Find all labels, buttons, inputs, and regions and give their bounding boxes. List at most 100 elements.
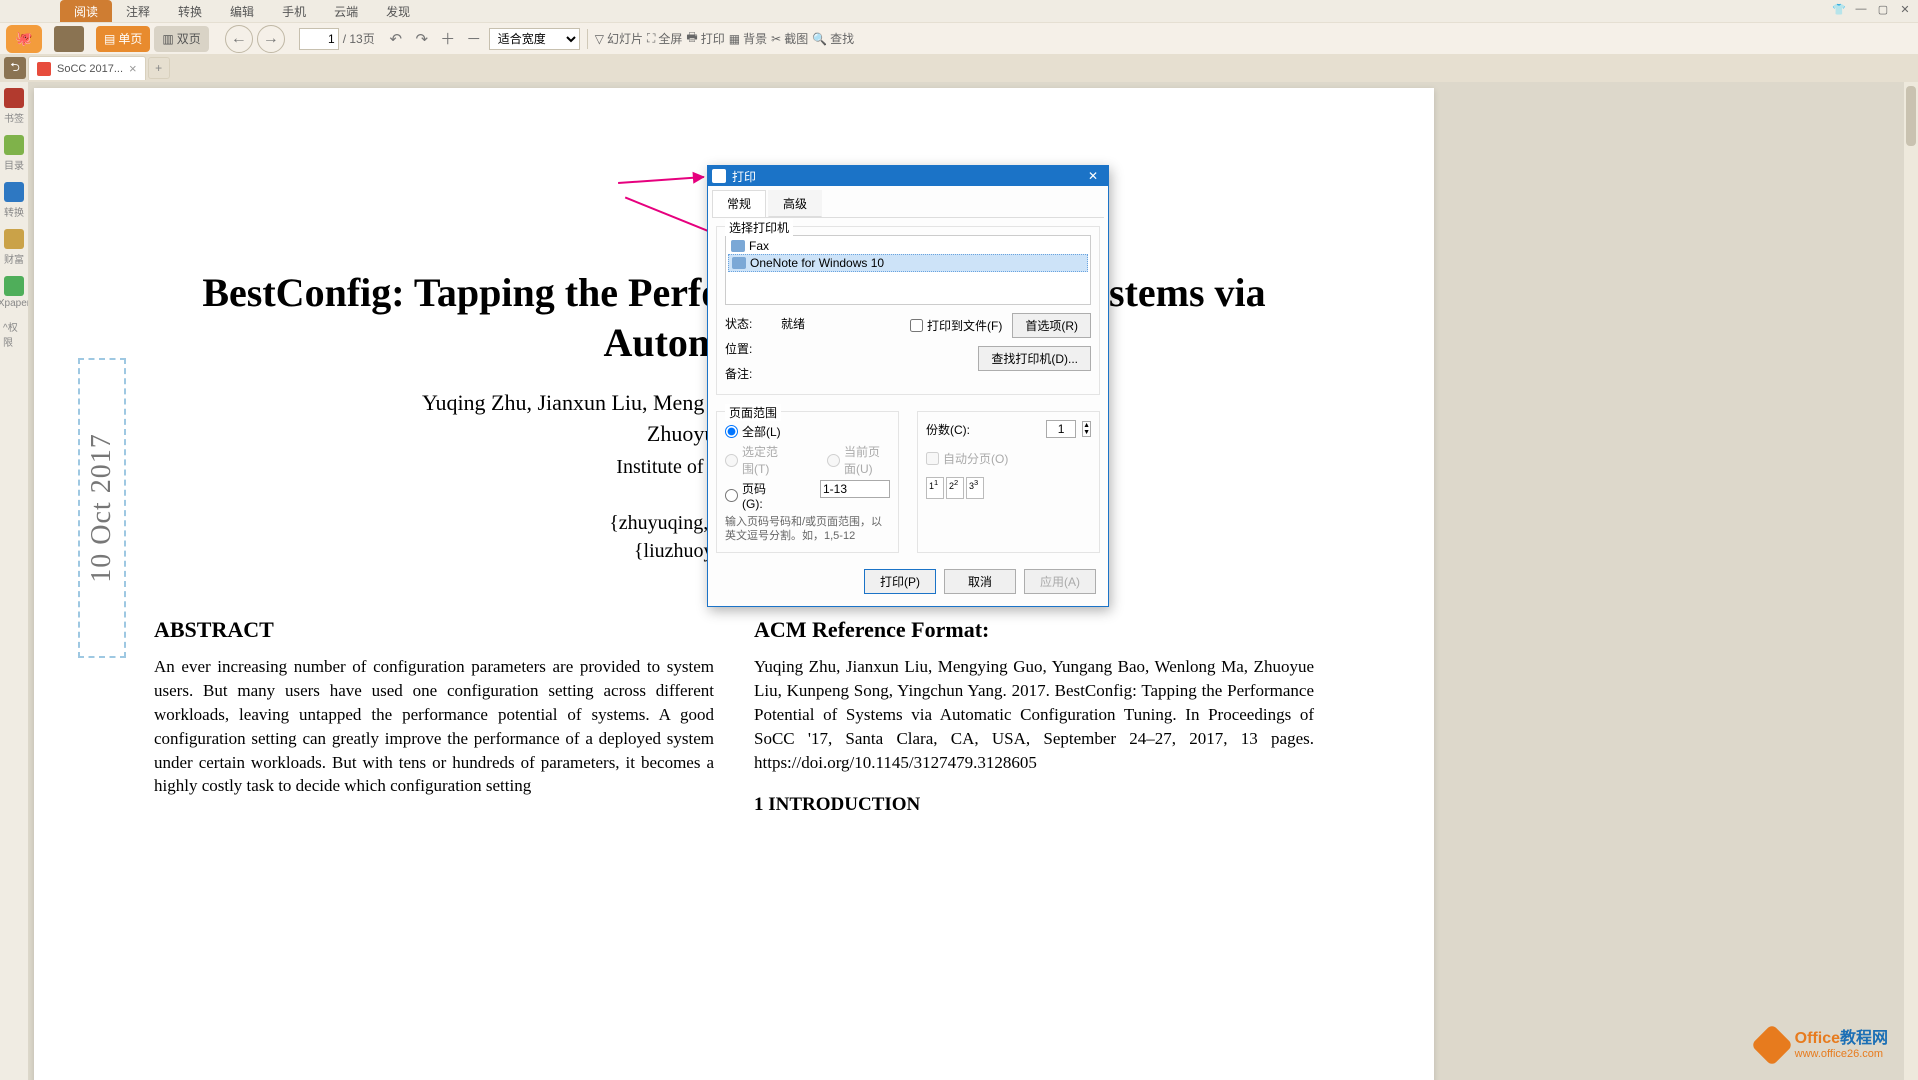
watermark-url: www.office26.com (1795, 1048, 1888, 1060)
rail-bookmarks[interactable]: 书签 (3, 88, 25, 125)
print-confirm-button[interactable]: 打印(P) (864, 569, 936, 594)
zoom-fit-select[interactable]: 适合宽度 (489, 28, 580, 50)
status-value: 就绪 (781, 315, 805, 332)
tab-general[interactable]: 常规 (712, 190, 766, 217)
reference-text: Yuqing Zhu, Jianxun Liu, Mengying Guo, Y… (754, 655, 1314, 774)
range-all-radio[interactable]: 全部(L) (725, 423, 781, 440)
print-button[interactable]: 🖶打印 (686, 28, 724, 49)
pdf-icon (37, 62, 51, 76)
app-logo[interactable]: 🐙 (6, 25, 42, 53)
rail-permission[interactable]: ^权限 (3, 319, 25, 349)
rail-toc[interactable]: 目录 (3, 135, 25, 172)
screenshot-button[interactable]: ✂截图 (771, 30, 808, 47)
print-dialog: 打印 ✕ 常规 高级 选择打印机 Fax OneNote for Windows… (707, 165, 1109, 607)
preferences-button[interactable]: 首选项(R) (1012, 313, 1091, 338)
menu-discover[interactable]: 发现 (372, 0, 424, 22)
rotate-left-icon[interactable]: ↶ (385, 28, 407, 50)
dialog-footer: 打印(P) 取消 应用(A) (712, 561, 1104, 602)
document-tab[interactable]: SoCC 2017... × (28, 56, 146, 80)
slideshow-icon: ▽ (595, 32, 604, 46)
printer-fax[interactable]: Fax (728, 238, 1088, 254)
dialog-tabs: 常规 高级 (712, 190, 1104, 218)
find-printer-button[interactable]: 查找打印机(D)... (978, 346, 1091, 371)
page-range-label: 页面范围 (725, 404, 781, 421)
collate-illustration: 112233 (926, 477, 1091, 499)
print-to-file-checkbox[interactable]: 打印到文件(F) (910, 317, 1002, 334)
zoom-in-icon[interactable]: ＋ (437, 28, 459, 50)
collate-checkbox: 自动分页(O) (926, 450, 1091, 467)
home-button[interactable]: ⮌ (4, 57, 26, 79)
range-pages-radio[interactable]: 页码(G): (725, 480, 780, 511)
shirt-icon[interactable]: 👕 (1832, 2, 1846, 16)
printer-onenote[interactable]: OneNote for Windows 10 (728, 254, 1088, 272)
printer-icon (712, 169, 726, 183)
status-label: 状态: (725, 315, 771, 332)
page-range-input[interactable] (820, 480, 890, 498)
open-file-icon[interactable] (54, 26, 84, 52)
toolbar: 🐙 ▤单页 ▥双页 ← → / 13页 ↶ ↷ ＋ － 适合宽度 ▽幻灯片 ⛶全… (0, 22, 1918, 54)
dialog-title: 打印 (732, 168, 756, 185)
range-selection-radio: 选定范围(T) (725, 443, 787, 477)
cancel-button[interactable]: 取消 (944, 569, 1016, 594)
rotate-right-icon[interactable]: ↷ (411, 28, 433, 50)
copies-group: 份数(C): ▲▼ 自动分页(O) 112233 (917, 411, 1100, 553)
dialog-close-button[interactable]: ✕ (1082, 169, 1104, 183)
abstract-column: ABSTRACT An ever increasing number of co… (154, 615, 714, 819)
dual-page-button[interactable]: ▥双页 (154, 26, 208, 52)
page-range-group: 页面范围 全部(L) 选定范围(T) 当前页面(U) 页码(G): 输入页码号码… (716, 411, 899, 553)
prev-page-button[interactable]: ← (225, 25, 253, 53)
minimize-icon[interactable]: — (1854, 2, 1868, 16)
menu-cloud[interactable]: 云端 (320, 0, 372, 22)
tab-advanced[interactable]: 高级 (768, 190, 822, 217)
spin-up[interactable]: ▲ (1083, 422, 1090, 429)
maximize-icon[interactable]: ▢ (1876, 2, 1890, 16)
window-controls: 👕 — ▢ ✕ (1832, 2, 1912, 16)
vertical-scrollbar[interactable] (1904, 82, 1918, 1080)
watermark-logo-icon (1750, 1024, 1792, 1066)
scissors-icon: ✂ (771, 32, 781, 46)
tab-close-icon[interactable]: × (129, 61, 137, 76)
print-icon: 🖶 (686, 28, 697, 49)
page-total-label: / 13页 (343, 30, 381, 47)
copies-input[interactable] (1046, 420, 1076, 438)
reference-column: ACM Reference Format: Yuqing Zhu, Jianxu… (754, 615, 1314, 819)
select-printer-label: 选择打印机 (725, 219, 793, 236)
range-current-radio: 当前页面(U) (827, 443, 890, 477)
menubar: 阅读 注释 转换 编辑 手机 云端 发现 👕 — ▢ ✕ (0, 0, 1918, 22)
rail-xpaper[interactable]: Xpaper (3, 276, 25, 309)
spin-down[interactable]: ▼ (1083, 429, 1090, 436)
search-icon: 🔍 (812, 32, 827, 46)
background-button[interactable]: ▦背景 (729, 30, 767, 47)
select-printer-group: 选择打印机 Fax OneNote for Windows 10 状态:就绪 位… (716, 226, 1100, 395)
new-tab-button[interactable]: + (148, 57, 170, 79)
printer-list[interactable]: Fax OneNote for Windows 10 (725, 235, 1091, 305)
intro-heading: 1 INTRODUCTION (754, 792, 1314, 819)
next-page-button[interactable]: → (257, 25, 285, 53)
rail-wealth[interactable]: 财富 (3, 229, 25, 266)
dialog-titlebar[interactable]: 打印 ✕ (708, 166, 1108, 186)
menu-mobile[interactable]: 手机 (268, 0, 320, 22)
scrollbar-thumb[interactable] (1906, 86, 1916, 146)
watermark: Office教程网 www.office26.com (1757, 1030, 1888, 1060)
comment-label: 备注: (725, 365, 771, 382)
menu-annotate[interactable]: 注释 (112, 0, 164, 22)
menu-convert[interactable]: 转换 (164, 0, 216, 22)
copies-label: 份数(C): (926, 421, 970, 438)
onenote-icon (732, 257, 746, 269)
page-range-hint: 输入页码号码和/或页面范围，以英文逗号分割。如，1,5-12 (725, 515, 890, 544)
location-label: 位置: (725, 340, 771, 357)
page-number-input[interactable] (299, 28, 339, 50)
find-button[interactable]: 🔍查找 (812, 30, 854, 47)
zoom-out-icon[interactable]: － (463, 28, 485, 50)
menu-read[interactable]: 阅读 (60, 0, 112, 22)
arxiv-stamp: 10 Oct 2017 (78, 358, 126, 658)
menu-edit[interactable]: 编辑 (216, 0, 268, 22)
slideshow-button[interactable]: ▽幻灯片 (595, 30, 643, 47)
dual-page-icon: ▥ (162, 32, 173, 46)
rail-convert[interactable]: 转换 (3, 182, 25, 219)
single-page-button[interactable]: ▤单页 (96, 26, 150, 52)
fax-icon (731, 240, 745, 252)
close-icon[interactable]: ✕ (1898, 2, 1912, 16)
fullscreen-button[interactable]: ⛶全屏 (647, 30, 682, 47)
abstract-heading: ABSTRACT (154, 615, 714, 646)
